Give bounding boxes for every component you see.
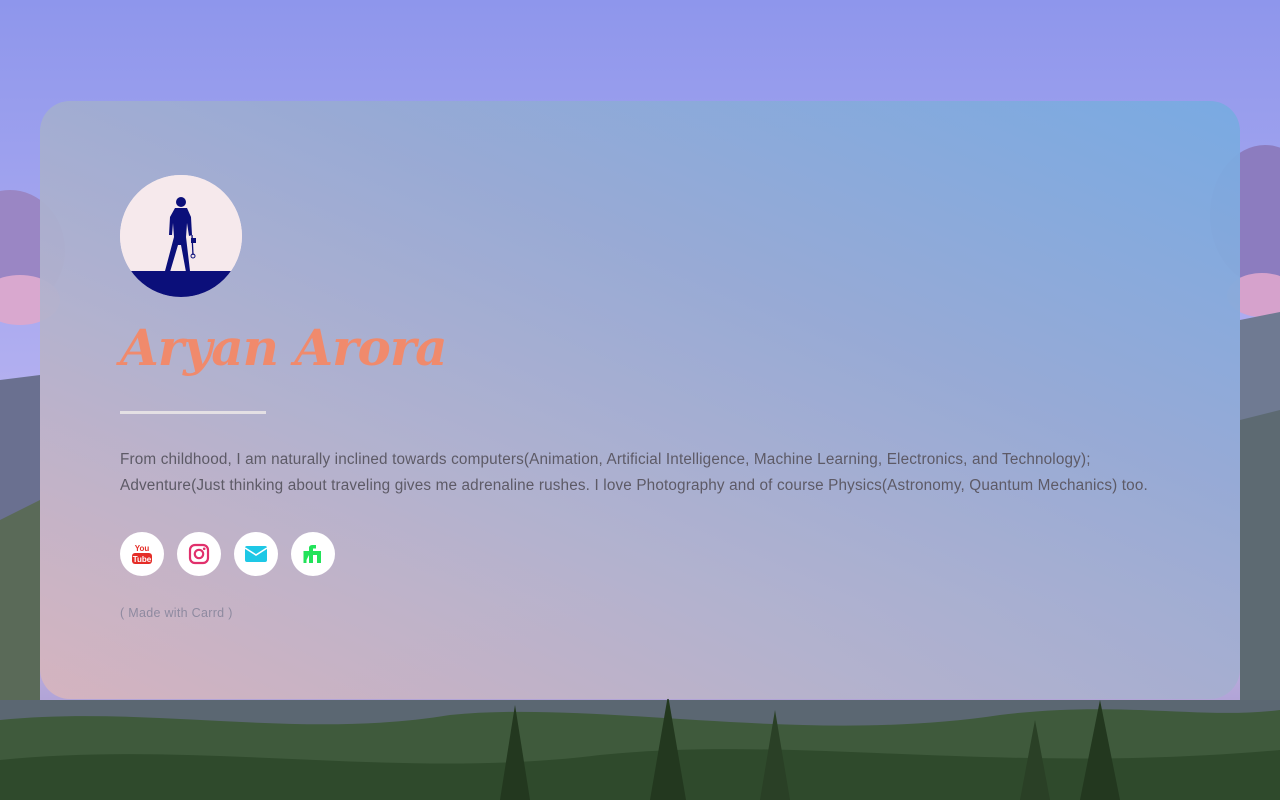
- made-with-carrd-link[interactable]: ( Made with Carrd ): [120, 606, 233, 620]
- instagram-icon: [188, 543, 210, 565]
- svg-text:You: You: [135, 544, 150, 553]
- social-links: You Tube: [120, 532, 335, 576]
- envelope-icon: [244, 546, 268, 562]
- profile-name: Aryan Arora: [120, 318, 448, 377]
- profile-card: Aryan Arora From childhood, I am natural…: [40, 101, 1240, 699]
- fundable-button[interactable]: [291, 532, 335, 576]
- email-button[interactable]: [234, 532, 278, 576]
- svg-text:Tube: Tube: [133, 555, 152, 564]
- youtube-icon: You Tube: [132, 544, 152, 564]
- fundable-icon: [303, 545, 321, 563]
- profile-bio: From childhood, I am naturally inclined …: [120, 451, 1148, 494]
- avatar: [120, 175, 242, 297]
- divider: [120, 411, 266, 414]
- instagram-button[interactable]: [177, 532, 221, 576]
- silhouette-photographer-icon: [120, 175, 242, 297]
- youtube-button[interactable]: You Tube: [120, 532, 164, 576]
